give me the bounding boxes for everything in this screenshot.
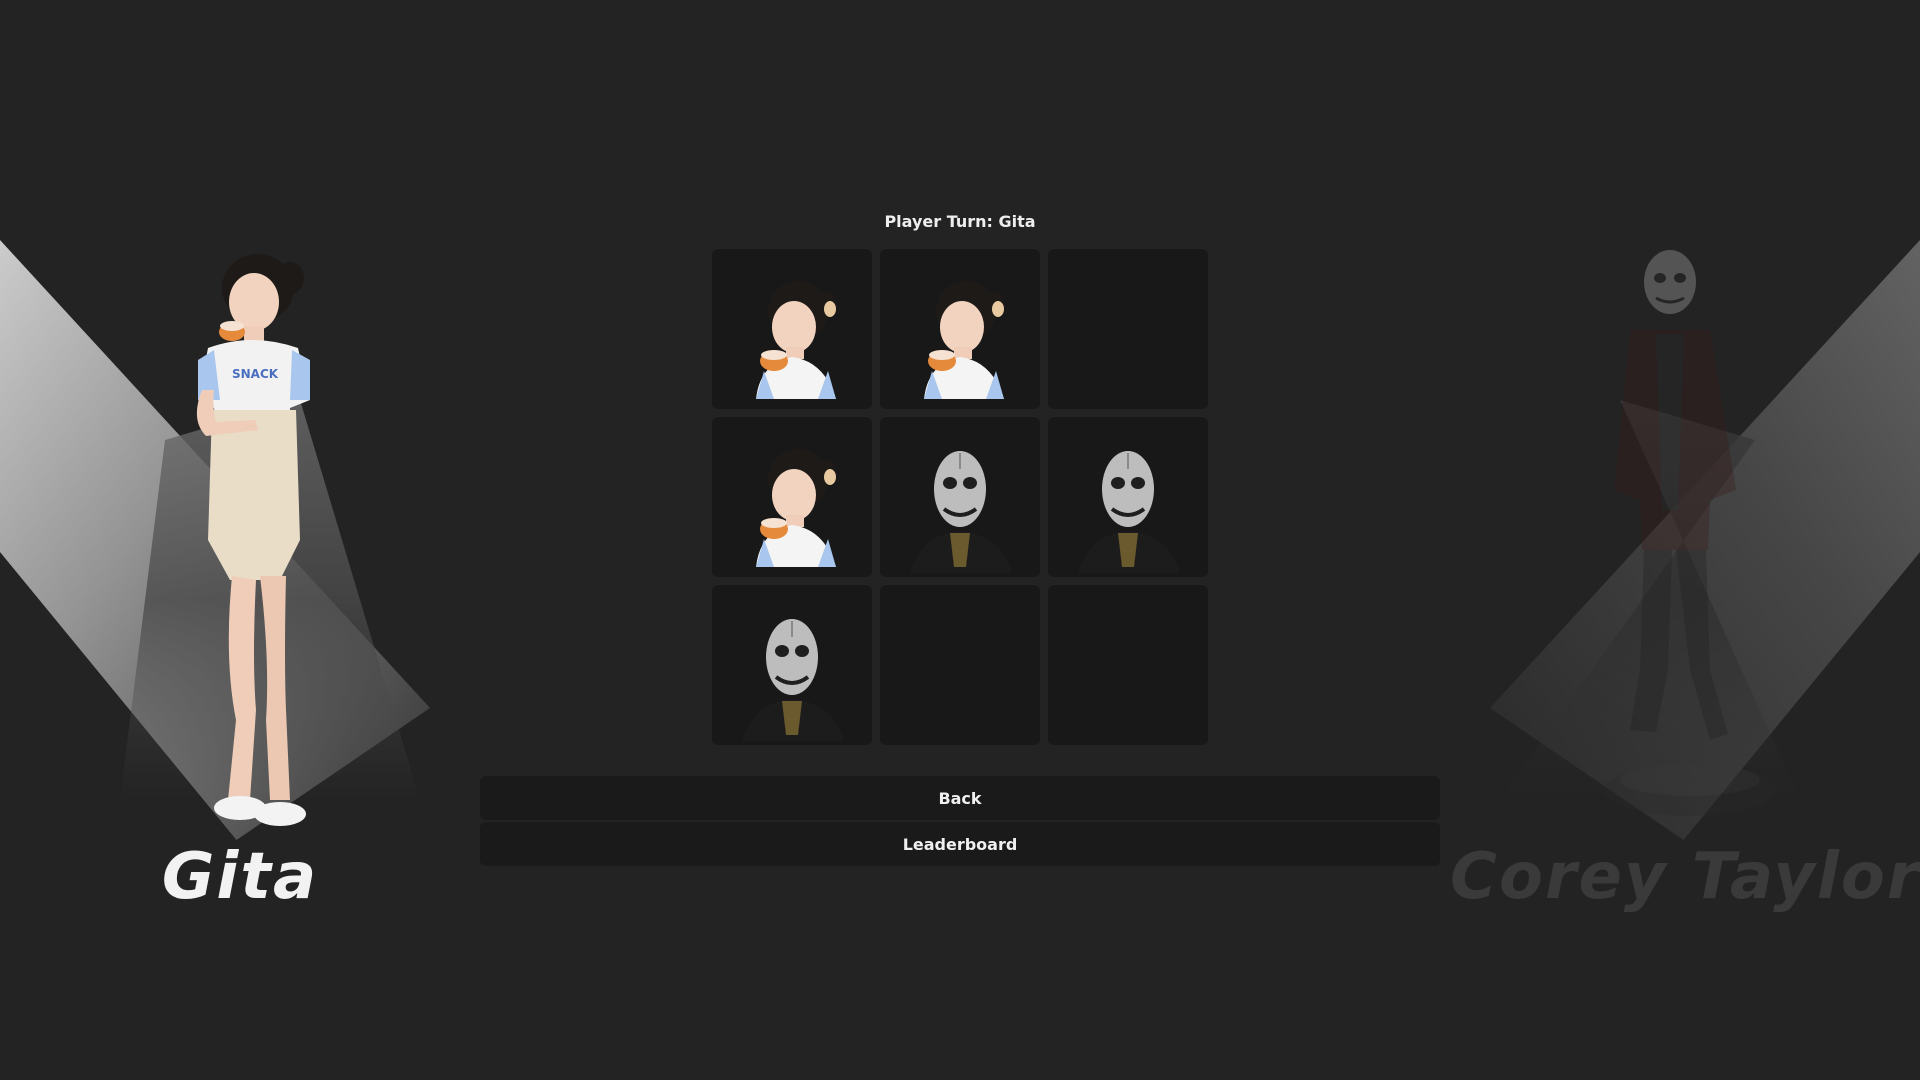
corey-mask-icon [742, 619, 844, 741]
back-button[interactable]: Back [480, 776, 1440, 820]
game-board [712, 249, 1208, 745]
svg-text:SNACK: SNACK [232, 367, 279, 381]
board-cell[interactable] [712, 249, 872, 409]
player-two-figure [1604, 250, 1776, 816]
player-two-name: Corey Taylor [1450, 840, 1920, 914]
board-cell[interactable] [880, 417, 1040, 577]
leaderboard-button[interactable]: Leaderboard [480, 822, 1440, 866]
player-one-name: Gita [161, 840, 319, 914]
board-cell[interactable] [1048, 417, 1208, 577]
player-one-figure: SNACK [196, 254, 310, 826]
board-cell[interactable] [880, 249, 1040, 409]
board-cell[interactable] [712, 585, 872, 745]
corey-mask-icon [1078, 451, 1180, 573]
gita-avatar-icon [756, 449, 837, 567]
gita-avatar-icon [756, 281, 837, 399]
board-cell[interactable] [712, 417, 872, 577]
board-cell[interactable] [1048, 585, 1208, 745]
board-cell[interactable] [880, 585, 1040, 745]
turn-indicator: Player Turn: Gita [884, 212, 1036, 231]
gita-avatar-icon [924, 281, 1005, 399]
game-screen: SNACK Gita Corey Taylor Player Turn: Git… [0, 0, 1920, 1080]
board-cell[interactable] [1048, 249, 1208, 409]
corey-mask-icon [910, 451, 1012, 573]
